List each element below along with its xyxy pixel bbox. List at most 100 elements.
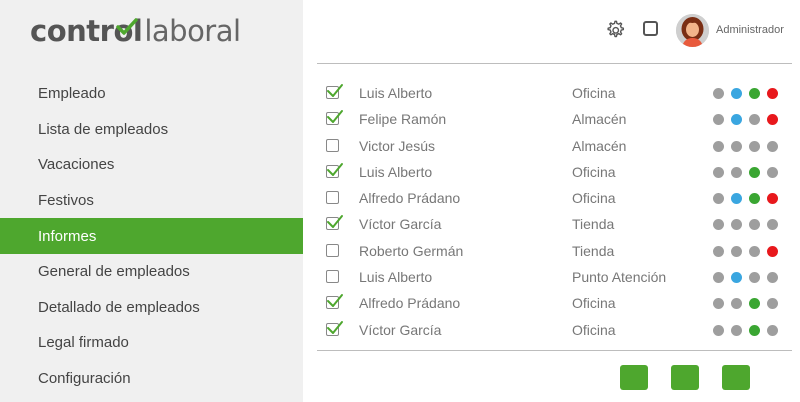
status-dot-gray <box>767 298 778 310</box>
sidebar-item-label: Lista de empleados <box>38 120 169 138</box>
avatar-image <box>676 14 709 47</box>
status-dot-green <box>749 166 760 178</box>
gear-icon[interactable] <box>604 19 626 41</box>
check-icon <box>327 84 343 97</box>
sidebar-item-informes[interactable]: Informes <box>0 218 303 254</box>
status-dot-gray <box>713 324 724 336</box>
status-dot-red <box>767 88 778 99</box>
status-dots <box>713 166 778 178</box>
table-row: Luis Alberto Oficina <box>317 159 792 185</box>
logo-check-icon <box>116 18 139 35</box>
sidebar-item-detallado-de-empleados[interactable]: Detallado de empleados <box>0 290 303 326</box>
status-dots <box>713 272 778 284</box>
sidebar-item-festivos[interactable]: Festivos <box>0 183 303 219</box>
avatar[interactable] <box>676 14 709 47</box>
employee-location: Tienda <box>572 242 615 259</box>
checkbox-checked[interactable] <box>326 84 343 99</box>
status-dot-gray <box>713 114 724 126</box>
sidebar-item-lista-de-empleados[interactable]: Lista de empleados <box>0 112 303 148</box>
status-dot-green <box>749 193 760 205</box>
logo-part1: contr <box>30 14 114 48</box>
employee-table: Luis Alberto Oficina Felipe Ramón Almacén Vi… <box>317 80 792 343</box>
status-dot-red <box>767 245 778 257</box>
sidebar: contro l laboral Empleado Lista de emplead… <box>0 0 303 402</box>
status-dot-gray <box>713 245 724 257</box>
checkbox[interactable] <box>326 138 339 152</box>
status-dot-gray <box>749 140 760 152</box>
status-dot-gray <box>767 140 778 152</box>
checkbox[interactable] <box>326 270 339 284</box>
employee-name: Roberto Germán <box>359 242 464 259</box>
footer-button-2[interactable] <box>671 365 699 390</box>
sidebar-item-empleado[interactable]: Empleado <box>0 76 303 112</box>
status-dot-gray <box>749 114 760 126</box>
checkbox-checked[interactable] <box>326 294 343 310</box>
footer-button-1[interactable] <box>620 365 648 390</box>
status-dot-blue <box>731 193 742 205</box>
status-dots <box>713 88 778 99</box>
status-dot-red <box>767 114 778 126</box>
sidebar-item-general-de-empleados[interactable]: General de empleados <box>0 254 303 290</box>
table-row: Víctor García Oficina <box>317 317 792 343</box>
employee-name: Alfredo Prádano <box>359 190 461 207</box>
status-dot-red <box>767 193 778 205</box>
status-dot-gray <box>713 298 724 310</box>
status-dot-blue <box>731 272 742 284</box>
employee-location: Oficina <box>572 321 616 338</box>
sidebar-item-vacaciones[interactable]: Vacaciones <box>0 147 303 183</box>
employee-location: Almacén <box>572 137 627 154</box>
employee-name: Luis Alberto <box>359 85 433 101</box>
employee-location: Oficina <box>572 85 616 101</box>
status-dot-gray <box>713 272 724 284</box>
check-icon <box>327 162 343 176</box>
status-dots <box>713 193 778 205</box>
employee-location: Oficina <box>572 295 616 312</box>
employee-name: Víctor García <box>359 216 442 233</box>
status-dot-gray <box>767 166 778 178</box>
checkbox-checked[interactable] <box>326 215 343 231</box>
checkbox-checked[interactable] <box>326 110 343 126</box>
sidebar-item-legal-firmado[interactable]: Legal firmado <box>0 325 303 361</box>
status-dot-gray <box>731 219 742 231</box>
status-dot-gray <box>731 166 742 178</box>
logo-text-light: laboral <box>144 14 241 48</box>
sidebar-item-label: Festivos <box>38 192 94 210</box>
status-dot-gray <box>713 140 724 152</box>
status-dot-gray <box>731 140 742 152</box>
footer-button-3[interactable] <box>722 365 750 390</box>
status-dot-green <box>749 324 760 336</box>
status-dots <box>713 114 778 126</box>
status-dot-gray <box>749 272 760 284</box>
status-dot-gray <box>713 219 724 231</box>
status-dot-gray <box>731 298 742 310</box>
square-icon[interactable] <box>643 21 658 36</box>
employee-location: Oficina <box>572 190 616 207</box>
status-dots <box>713 298 778 310</box>
checkbox-checked[interactable] <box>326 162 343 178</box>
sidebar-item-label: Vacaciones <box>38 156 115 174</box>
employee-location: Punto Atención <box>572 269 667 286</box>
checkbox[interactable] <box>326 243 339 257</box>
employee-location: Tienda <box>572 216 615 233</box>
status-dots <box>713 140 778 152</box>
status-dots <box>713 245 778 257</box>
table-row: Victor Jesús Almacén <box>317 133 792 159</box>
status-dot-gray <box>767 272 778 284</box>
employee-name: Víctor García <box>359 321 442 338</box>
status-dot-gray <box>731 324 742 336</box>
table-row: Víctor García Tienda <box>317 211 792 237</box>
check-icon <box>327 320 343 334</box>
employee-name: Luis Alberto <box>359 163 433 180</box>
employee-name: Felipe Ramón <box>359 111 447 128</box>
checkbox-checked[interactable] <box>326 320 343 336</box>
check-icon <box>327 110 343 124</box>
employee-name: Victor Jesús <box>359 137 435 154</box>
table-row: Alfredo Prádano Oficina <box>317 185 792 211</box>
table-row: Alfredo Prádano Oficina <box>317 290 792 316</box>
check-icon <box>327 294 343 308</box>
sidebar-item-configuracion[interactable]: Configuración <box>0 361 303 397</box>
table-row: Luis Alberto Punto Atención <box>317 264 792 290</box>
checkbox[interactable] <box>326 191 339 205</box>
status-dot-gray <box>713 88 724 99</box>
status-dot-gray <box>767 324 778 336</box>
